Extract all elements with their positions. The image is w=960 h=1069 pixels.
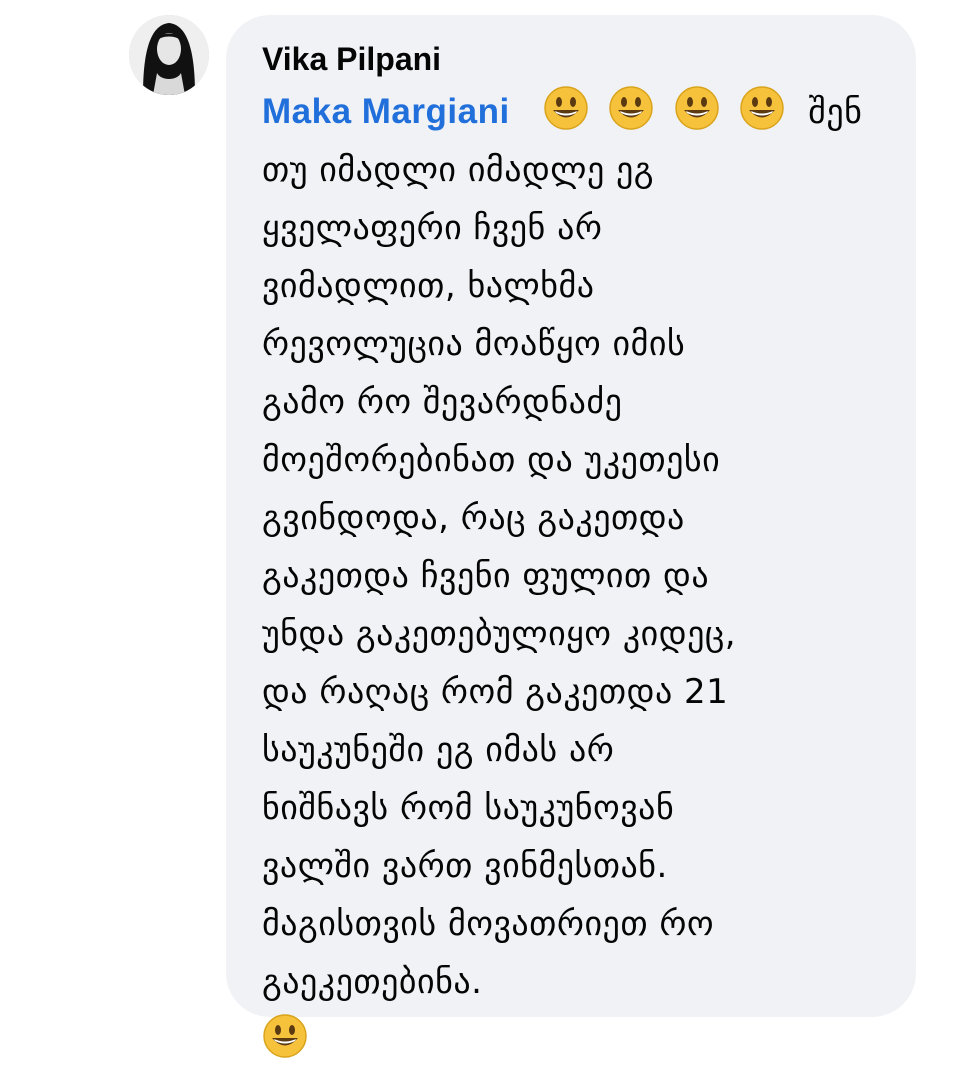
comment-body: Maka Margiani შენ თუ იმადლი იმადლე ეგ ყვ…: [262, 83, 882, 1069]
comment-line: მაგისთვის მოვათრიეთ რო: [262, 904, 715, 944]
comment-line: ვალში ვართ ვინმესთან.: [262, 846, 668, 886]
grinning-face-icon: [262, 1013, 308, 1059]
comment-first-line: Maka Margiani შენ: [262, 83, 882, 141]
mention-link[interactable]: Maka Margiani: [262, 92, 510, 131]
comment-line: გაეკეთებინა.: [262, 962, 483, 1002]
comment-line: ყველაფერი ჩვენ არ: [262, 208, 603, 248]
grinning-face-icon: [674, 85, 720, 131]
comment-line: გვინდოდა, რაც გაკეთდა: [262, 498, 685, 538]
comment-line: და რაღაც რომ გაკეთდა 21: [262, 672, 729, 712]
comment-text-first-line: შენ: [808, 92, 863, 132]
comment-line: ნიშნავს რომ საუკუნოვან: [262, 788, 675, 828]
comment-line: მოეშორებინათ და უკეთესი: [262, 440, 721, 480]
comment-last-line: [262, 1011, 882, 1069]
comment-line: გამო რო შევარდნაძე: [262, 382, 623, 422]
comment-line: ვიმადლით, ხალხმა: [262, 266, 595, 306]
comment-bubble: Vika Pilpani Maka Margiani შენ თუ იმადლი…: [226, 15, 916, 1058]
grinning-face-icon: [739, 85, 785, 131]
author-avatar[interactable]: [129, 15, 209, 95]
comment-line: უნდა გაკეთებულიყო კიდეც,: [262, 614, 737, 654]
comment-line: საუკუნეში ეგ იმას არ: [262, 730, 615, 770]
avatar-image: [129, 15, 209, 95]
grinning-face-icon: [608, 85, 654, 131]
comment-line: რევოლუცია მოაწყო იმის: [262, 324, 686, 364]
comment-author-name[interactable]: Vika Pilpani: [262, 41, 882, 77]
grinning-face-icon: [543, 85, 589, 131]
comment-line: გაკეთდა ჩვენი ფულით და: [262, 556, 710, 596]
comment-line: თუ იმადლი იმადლე ეგ: [262, 150, 655, 190]
